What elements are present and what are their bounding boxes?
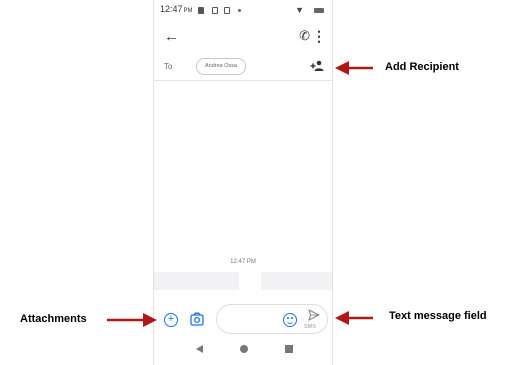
status-time: 12:47PM: [160, 4, 193, 14]
phone-icon[interactable]: ✆: [299, 28, 310, 44]
emoji-eye: [291, 317, 293, 319]
thread-footer-gap: [239, 272, 261, 290]
status-bar: 12:47PM ▼: [160, 3, 326, 17]
add-person-icon[interactable]: [310, 60, 324, 72]
message-thread: [154, 81, 332, 271]
sms-label: SMS: [304, 324, 316, 330]
nav-recents-icon[interactable]: [285, 345, 293, 353]
add-recipient-annotation: Add Recipient: [385, 61, 459, 73]
message-timestamp: 12:47 PM: [230, 259, 256, 265]
recipient-bar: To Andrea Ossa: [154, 54, 332, 81]
recipient-chip[interactable]: Andrea Ossa: [196, 58, 247, 75]
text-message-field[interactable]: SMS: [216, 304, 328, 334]
battery-icon: [314, 8, 324, 13]
notification-image-icon: [198, 7, 204, 14]
notification-sim-icon: [224, 7, 230, 14]
more-options-icon[interactable]: ⋮: [312, 28, 326, 45]
compose-bar: + SMS: [154, 303, 332, 337]
back-arrow-icon[interactable]: ←: [164, 28, 179, 46]
gallery-icon[interactable]: [190, 312, 204, 326]
phone-screen: 12:47PM ▼ ← ✆ ⋮ To Andrea Ossa 12:47 PM …: [153, 0, 333, 365]
text-field-arrow: [335, 311, 373, 325]
notification-dot-icon: [238, 9, 241, 12]
android-nav-bar: [154, 344, 332, 360]
emoji-mouth: [287, 320, 293, 324]
to-label: To: [164, 62, 173, 71]
attachments-arrow: [107, 313, 157, 327]
attachments-annotation: Attachments: [20, 313, 87, 325]
emoji-eye: [286, 317, 289, 319]
notification-sim-icon: [212, 7, 218, 14]
add-recipient-arrow: [335, 61, 373, 75]
nav-home-icon[interactable]: [240, 345, 248, 353]
plus-circle-icon[interactable]: +: [164, 313, 178, 327]
text-field-annotation: Text message field: [389, 310, 487, 322]
emoji-icon[interactable]: [283, 313, 297, 327]
conversation-toolbar: ← ✆ ⋮: [154, 26, 332, 50]
wifi-icon: ▼: [295, 5, 304, 15]
nav-back-icon[interactable]: [196, 345, 203, 353]
